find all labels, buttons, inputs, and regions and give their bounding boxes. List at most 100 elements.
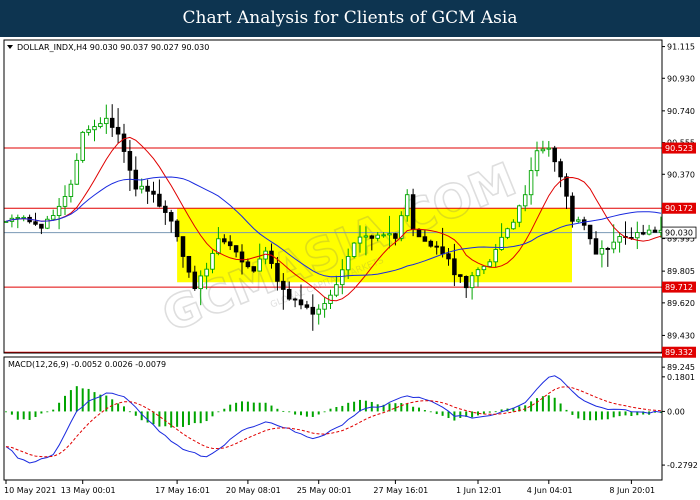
- candle-body: [109, 117, 115, 128]
- macd-histogram-bar: [69, 390, 72, 412]
- macd-tick-label: 0.1801: [667, 373, 695, 382]
- candle-body: [558, 161, 563, 178]
- macd-histogram-bar: [64, 395, 66, 412]
- candle-body: [416, 228, 422, 238]
- macd-histogram-bar: [5, 411, 7, 413]
- candle-body: [475, 269, 481, 277]
- candle-body: [534, 150, 540, 172]
- macd-histogram-bar: [600, 411, 603, 420]
- macd-histogram-bar: [288, 411, 291, 413]
- candle-body: [511, 221, 516, 230]
- candle-body: [517, 205, 522, 223]
- candle-body: [652, 229, 658, 233]
- candle-body: [605, 248, 611, 250]
- candle-body: [62, 196, 68, 207]
- candle-body: [458, 274, 463, 277]
- macd-histogram-bar: [553, 397, 556, 412]
- candle-body: [646, 229, 652, 235]
- candle-body: [86, 129, 91, 133]
- macd-histogram-bar: [536, 398, 538, 412]
- macd-histogram-bar: [282, 410, 285, 412]
- candle-body: [481, 265, 487, 271]
- macd-histogram-bar: [530, 401, 533, 412]
- candle-body: [292, 298, 298, 301]
- macd-histogram-bar: [187, 411, 190, 426]
- symbol-header: DOLLAR_INDX,H4 90.030 90.037 90.027 90.0…: [17, 43, 209, 52]
- level-price-label: 89.712: [665, 283, 693, 292]
- candle-body: [68, 183, 74, 197]
- candle-body: [381, 234, 386, 237]
- macd-histogram-bar: [459, 411, 462, 418]
- candle-body: [174, 220, 180, 238]
- macd-histogram-bar: [176, 411, 179, 427]
- candle-body: [593, 238, 599, 255]
- macd-histogram-bar: [494, 411, 497, 413]
- macd-histogram-bar: [418, 407, 420, 412]
- macd-histogram-bar: [429, 411, 432, 413]
- candle-body: [33, 221, 38, 225]
- price-tick-label: 89.620: [667, 299, 695, 308]
- macd-histogram-bar: [547, 395, 550, 412]
- candle-body: [298, 299, 304, 306]
- candle-body: [375, 234, 380, 239]
- candle-body: [434, 245, 439, 248]
- macd-histogram-bar: [482, 411, 485, 414]
- macd-histogram-bar: [34, 411, 37, 418]
- macd-histogram-bar: [170, 411, 173, 428]
- candle-body: [56, 205, 62, 216]
- macd-histogram-bar: [128, 411, 131, 413]
- candle-body: [98, 123, 103, 128]
- candle-body: [222, 238, 227, 243]
- candle-body: [505, 228, 510, 238]
- macd-histogram-bar: [75, 386, 78, 412]
- candle-body: [440, 246, 445, 255]
- macd-histogram-bar: [46, 411, 49, 413]
- price-tick-label: 89.805: [667, 267, 695, 276]
- time-tick-label: 8 Jun 20:01: [609, 486, 655, 495]
- candle-body: [387, 233, 392, 236]
- candle-body: [316, 308, 321, 315]
- candle-body: [80, 131, 85, 161]
- candle-body: [552, 147, 557, 163]
- time-tick-label: 17 May 16:01: [155, 486, 210, 495]
- candle-body: [92, 126, 97, 131]
- macd-histogram-bar: [606, 411, 609, 420]
- candle-body: [304, 304, 310, 308]
- macd-histogram-bar: [618, 411, 621, 417]
- macd-histogram-bar: [329, 408, 332, 412]
- candle-body: [39, 223, 44, 229]
- candle-body: [245, 261, 251, 268]
- candle-body: [310, 306, 316, 315]
- candle-body: [564, 176, 569, 197]
- macd-histogram-bar: [589, 411, 592, 421]
- macd-histogram-bar: [412, 406, 415, 412]
- macd-histogram-bar: [217, 411, 220, 413]
- macd-histogram-bar: [87, 388, 90, 412]
- macd-histogram-bar: [305, 411, 308, 417]
- time-tick-label: 13 May 00:01: [61, 486, 116, 495]
- macd-histogram-bar: [624, 411, 627, 416]
- macd-histogram-bar: [571, 411, 574, 415]
- candle-body: [363, 235, 369, 238]
- candle-body: [251, 266, 257, 272]
- time-tick-label: 4 Jun 04:01: [527, 486, 573, 495]
- macd-histogram-bar: [134, 411, 137, 416]
- macd-histogram-bar: [123, 406, 125, 412]
- candle-body: [546, 147, 552, 150]
- candle-body: [393, 233, 398, 239]
- candle-body: [286, 288, 292, 300]
- price-tick-label: 90.930: [667, 74, 695, 83]
- candle-body: [422, 236, 428, 242]
- candle-body: [404, 194, 410, 217]
- macd-histogram-bar: [270, 405, 273, 412]
- macd-histogram-bar: [235, 402, 238, 412]
- macd-histogram-bar: [28, 411, 31, 420]
- candle-body: [528, 170, 534, 196]
- candle-body: [340, 269, 345, 286]
- candle-body: [180, 236, 186, 257]
- macd-histogram-bar: [488, 411, 491, 413]
- candle-body: [257, 258, 262, 272]
- candle-body: [104, 117, 109, 125]
- candle-body: [145, 185, 150, 192]
- candle-body: [617, 236, 622, 243]
